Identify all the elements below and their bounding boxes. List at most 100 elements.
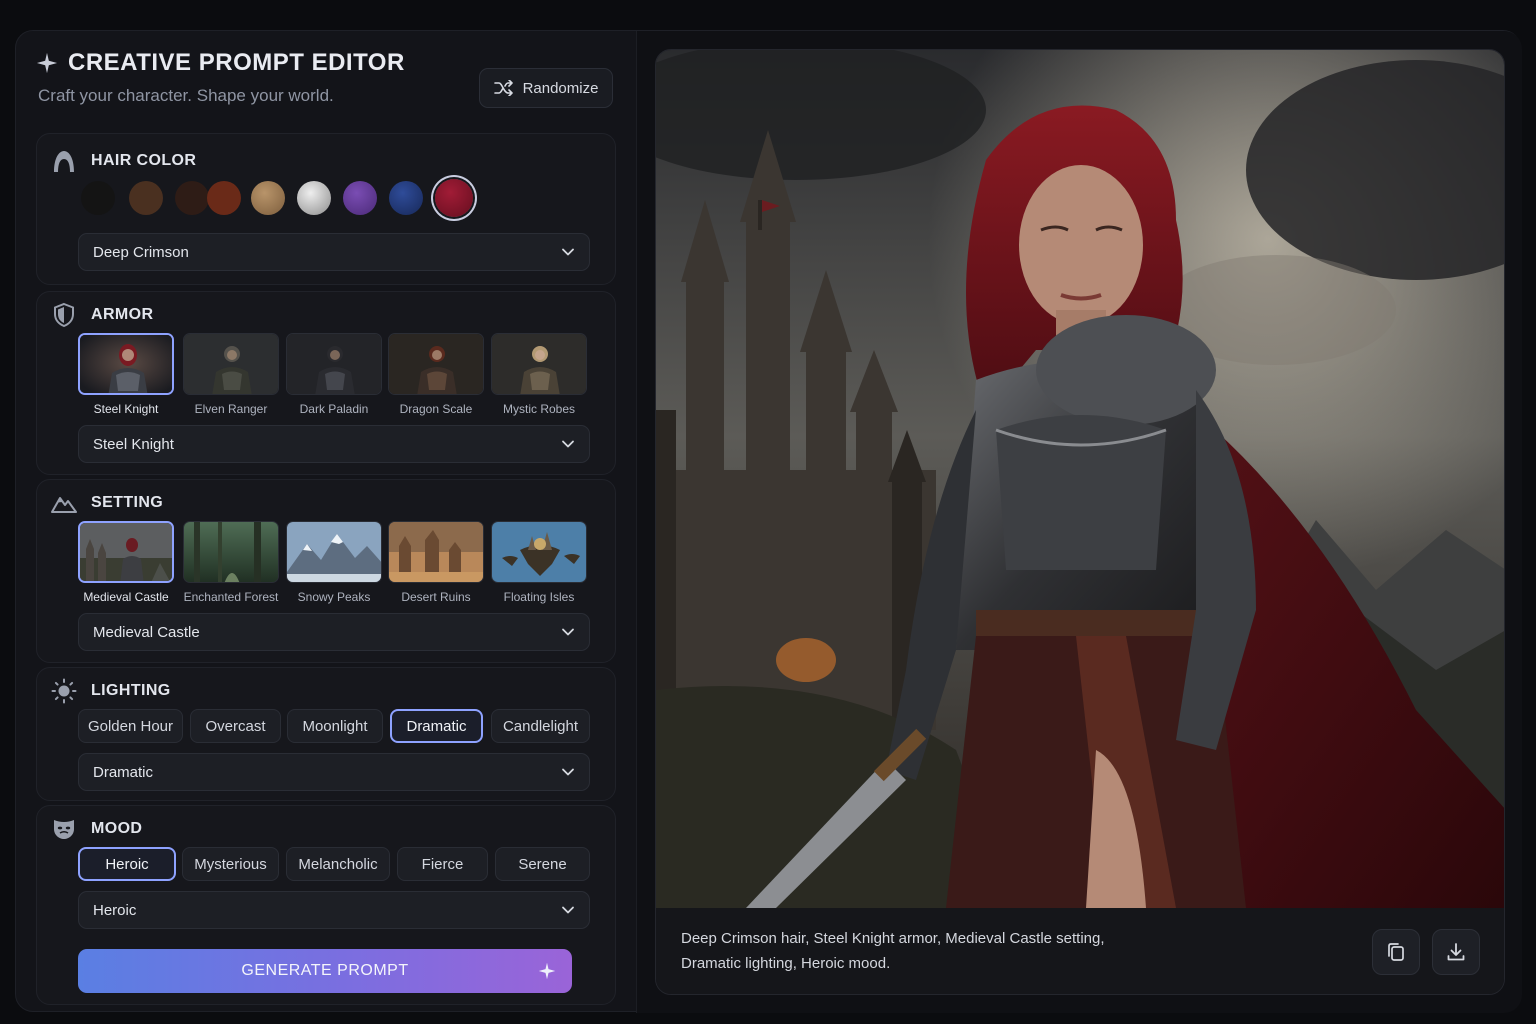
sparkle-icon bbox=[36, 52, 58, 74]
shield-icon bbox=[51, 302, 77, 328]
mountain-icon bbox=[51, 490, 77, 516]
mood-chip-fierce[interactable]: Fierce bbox=[397, 847, 488, 881]
mood-title: MOOD bbox=[91, 820, 143, 837]
title-row: CREATIVE PROMPT EDITOR bbox=[36, 49, 405, 77]
armor-option-elven-ranger[interactable]: Elven Ranger bbox=[183, 333, 279, 416]
setting-thumb-image bbox=[388, 521, 484, 583]
lighting-chip-golden-hour[interactable]: Golden Hour bbox=[78, 709, 183, 743]
setting-section: SETTING Medieval Castle Enchanted Forest bbox=[36, 479, 616, 663]
setting-option-enchanted-forest[interactable]: Enchanted Forest bbox=[183, 521, 279, 604]
mood-chip-melancholic[interactable]: Melancholic bbox=[286, 847, 390, 881]
page-subtitle: Craft your character. Shape your world. bbox=[38, 86, 334, 105]
setting-option-desert-ruins[interactable]: Desert Ruins bbox=[388, 521, 484, 604]
mood-chip-serene[interactable]: Serene bbox=[495, 847, 590, 881]
setting-option-label: Desert Ruins bbox=[401, 590, 471, 604]
copy-button[interactable] bbox=[1372, 929, 1420, 975]
setting-option-snowy-peaks[interactable]: Snowy Peaks bbox=[286, 521, 382, 604]
setting-option-medieval-castle[interactable]: Medieval Castle bbox=[78, 521, 174, 604]
mood-chip-mysterious[interactable]: Mysterious bbox=[182, 847, 279, 881]
mood-chip-heroic[interactable]: Heroic bbox=[78, 847, 176, 881]
armor-option-label: Elven Ranger bbox=[194, 402, 268, 416]
swatch-silver[interactable] bbox=[297, 181, 331, 215]
setting-thumb-image bbox=[183, 521, 279, 583]
armor-option-dark-paladin[interactable]: Dark Paladin bbox=[286, 333, 382, 416]
swatch-dirty-blonde[interactable] bbox=[251, 181, 285, 215]
swatch-purple[interactable] bbox=[343, 181, 377, 215]
lighting-value: Dramatic bbox=[93, 763, 154, 781]
generate-prompt-label: GENERATE PROMPT bbox=[241, 962, 409, 979]
generate-prompt-button[interactable]: GENERATE PROMPT bbox=[78, 949, 572, 993]
lighting-dropdown[interactable]: Dramatic bbox=[78, 753, 590, 791]
lighting-chips: Golden Hour Overcast Moonlight Dramatic … bbox=[78, 709, 590, 743]
sparkle-icon bbox=[538, 962, 556, 980]
armor-thumb-image bbox=[491, 333, 587, 395]
armor-option-label: Dragon Scale bbox=[399, 402, 473, 416]
chevron-down-icon bbox=[562, 628, 574, 636]
hair-color-header: HAIR COLOR bbox=[51, 148, 196, 174]
armor-option-dragon-scale[interactable]: Dragon Scale bbox=[388, 333, 484, 416]
preview-panel: Deep Crimson hair, Steel Knight armor, M… bbox=[636, 31, 1522, 1013]
randomize-label: Randomize bbox=[522, 79, 599, 97]
setting-option-floating-isles[interactable]: Floating Isles bbox=[491, 521, 587, 604]
swatch-black[interactable] bbox=[81, 181, 115, 215]
setting-value: Medieval Castle bbox=[93, 623, 200, 641]
editor-panel: CREATIVE PROMPT EDITOR Craft your charac… bbox=[16, 31, 636, 1013]
setting-thumb-image bbox=[286, 521, 382, 583]
mask-icon bbox=[51, 816, 77, 842]
chevron-down-icon bbox=[562, 248, 574, 256]
setting-thumb-image bbox=[78, 521, 174, 583]
lighting-chip-dramatic[interactable]: Dramatic bbox=[390, 709, 483, 743]
armor-dropdown[interactable]: Steel Knight bbox=[78, 425, 590, 463]
setting-thumb-image bbox=[491, 521, 587, 583]
armor-header: ARMOR bbox=[51, 302, 153, 328]
setting-option-label: Medieval Castle bbox=[83, 590, 169, 604]
randomize-button[interactable]: Randomize bbox=[479, 68, 613, 108]
setting-thumbnails: Medieval Castle Enchanted Forest Snowy P… bbox=[78, 521, 590, 607]
chevron-down-icon bbox=[562, 906, 574, 914]
setting-option-label: Floating Isles bbox=[503, 590, 575, 604]
armor-option-steel-knight[interactable]: Steel Knight bbox=[78, 333, 174, 416]
caption-line-2: Dramatic lighting, Heroic mood. bbox=[681, 955, 891, 972]
armor-section: ARMOR Steel Knight Elven Ranger Dark Pal… bbox=[36, 291, 616, 475]
caption-bar: Deep Crimson hair, Steel Knight armor, M… bbox=[656, 908, 1504, 994]
swatch-blue[interactable] bbox=[389, 181, 423, 215]
setting-option-label: Snowy Peaks bbox=[297, 590, 371, 604]
preview-card: Deep Crimson hair, Steel Knight armor, M… bbox=[655, 49, 1505, 995]
setting-dropdown[interactable]: Medieval Castle bbox=[78, 613, 590, 651]
mood-dropdown[interactable]: Heroic bbox=[78, 891, 590, 929]
chevron-down-icon bbox=[562, 768, 574, 776]
lighting-header: LIGHTING bbox=[51, 678, 171, 704]
swatch-dark-brown[interactable] bbox=[175, 181, 209, 215]
swatch-deep-crimson[interactable] bbox=[435, 179, 473, 217]
lighting-chip-moonlight[interactable]: Moonlight bbox=[287, 709, 383, 743]
setting-title: SETTING bbox=[91, 494, 164, 511]
mood-chips: Heroic Mysterious Melancholic Fierce Ser… bbox=[78, 847, 590, 881]
download-button[interactable] bbox=[1432, 929, 1480, 975]
armor-option-label: Mystic Robes bbox=[502, 402, 576, 416]
lighting-chip-candlelight[interactable]: Candlelight bbox=[491, 709, 590, 743]
armor-thumb-image bbox=[388, 333, 484, 395]
mood-header: MOOD bbox=[51, 816, 142, 842]
lighting-chip-overcast[interactable]: Overcast bbox=[190, 709, 281, 743]
hair-color-value: Deep Crimson bbox=[93, 243, 189, 261]
armor-thumb-image bbox=[78, 333, 174, 395]
generated-image bbox=[656, 50, 1504, 908]
page-title: CREATIVE PROMPT EDITOR bbox=[68, 49, 405, 76]
armor-thumb-image bbox=[286, 333, 382, 395]
hair-color-dropdown[interactable]: Deep Crimson bbox=[78, 233, 590, 271]
hair-swatches bbox=[81, 179, 501, 219]
armor-value: Steel Knight bbox=[93, 435, 174, 453]
armor-option-mystic-robes[interactable]: Mystic Robes bbox=[491, 333, 587, 416]
swatch-brown[interactable] bbox=[129, 181, 163, 215]
hair-icon bbox=[51, 148, 77, 174]
app-window: CREATIVE PROMPT EDITOR Craft your charac… bbox=[15, 30, 1522, 1013]
lighting-section: LIGHTING Golden Hour Overcast Moonlight … bbox=[36, 667, 616, 801]
prompt-caption: Deep Crimson hair, Steel Knight armor, M… bbox=[681, 926, 1151, 976]
lighting-title: LIGHTING bbox=[91, 682, 171, 699]
armor-option-label: Steel Knight bbox=[93, 402, 159, 416]
sun-icon bbox=[51, 678, 77, 704]
setting-option-label: Enchanted Forest bbox=[183, 590, 279, 604]
chevron-down-icon bbox=[562, 440, 574, 448]
hair-color-title: HAIR COLOR bbox=[91, 152, 197, 169]
swatch-auburn[interactable] bbox=[207, 181, 241, 215]
